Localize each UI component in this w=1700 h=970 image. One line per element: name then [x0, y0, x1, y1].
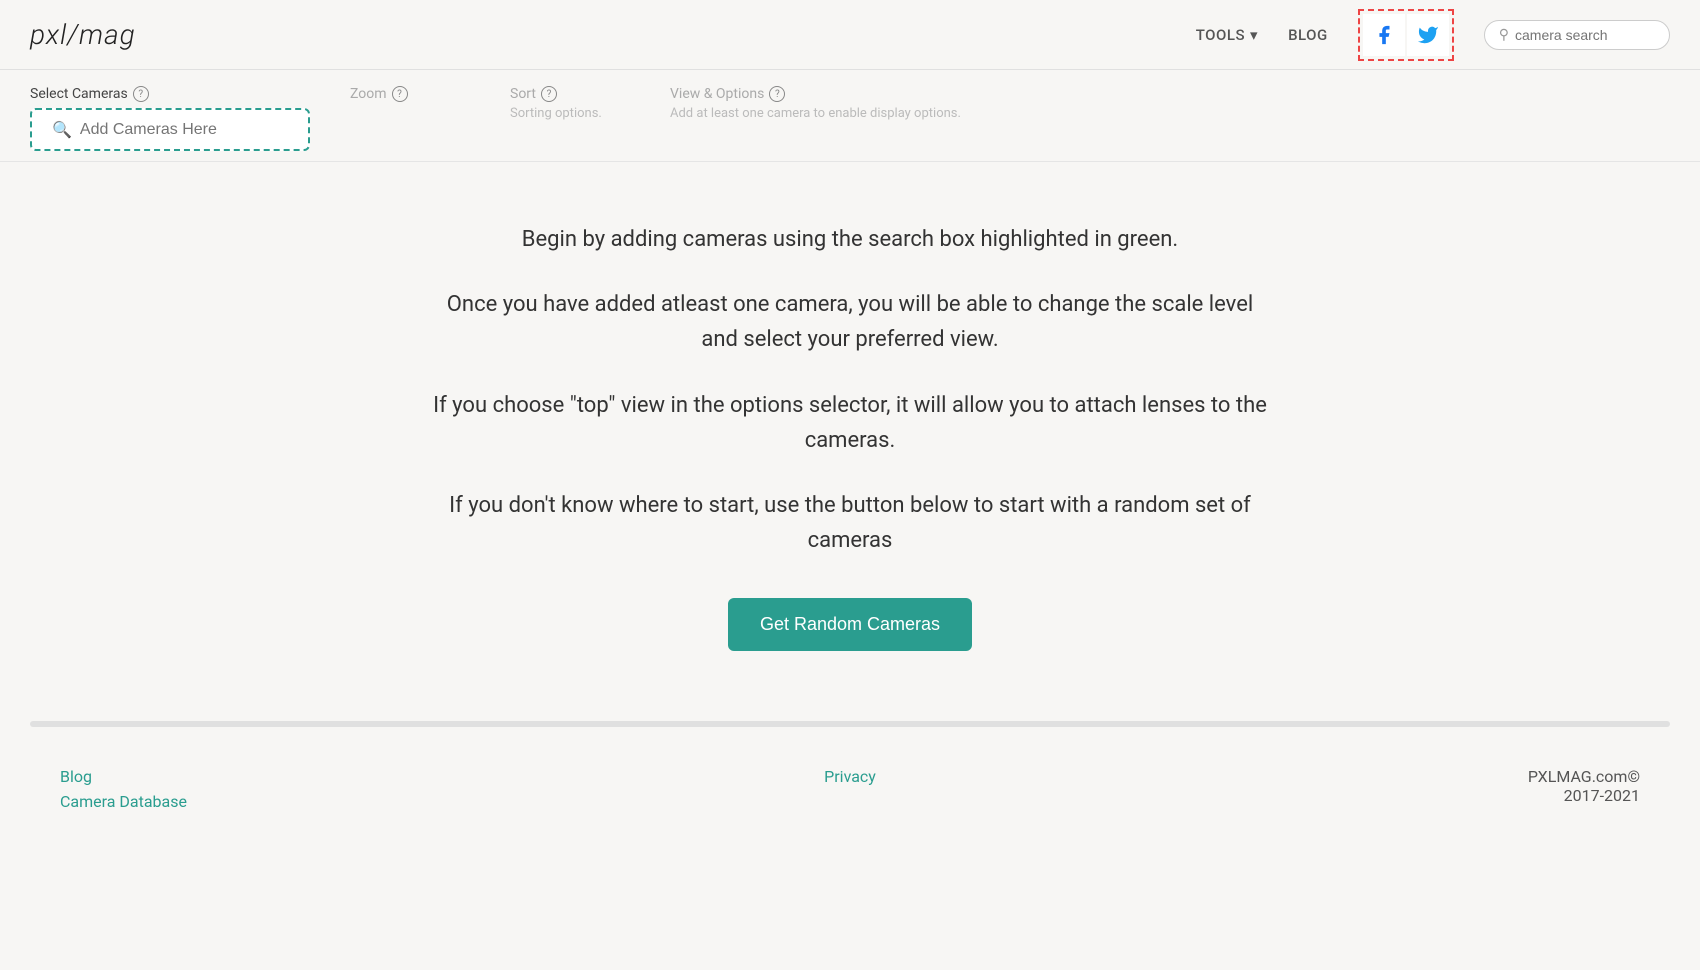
- camera-search-box[interactable]: 🔍: [30, 108, 310, 151]
- instruction-line-2: Once you have added atleast one camera, …: [430, 287, 1270, 357]
- sort-sub: Sorting options.: [510, 106, 630, 121]
- footer-camera-database-link[interactable]: Camera Database: [60, 792, 587, 811]
- zoom-label: Zoom ?: [350, 86, 470, 102]
- footer-blog-link[interactable]: Blog: [60, 767, 587, 786]
- nav-links: TOOLS ▾ BLOG ⚲: [1196, 9, 1670, 61]
- instruction-line-3: If you choose "top" view in the options …: [430, 388, 1270, 458]
- sort-section: Sort ? Sorting options.: [510, 86, 630, 121]
- facebook-icon[interactable]: [1363, 14, 1405, 56]
- view-options-help-icon[interactable]: ?: [769, 86, 785, 102]
- social-icons-container: [1358, 9, 1454, 61]
- footer-center-col: Privacy: [587, 767, 1114, 792]
- footer-left-col: Blog Camera Database: [60, 767, 587, 817]
- instruction-line-1: Begin by adding cameras using the search…: [430, 222, 1270, 257]
- toolbar: Select Cameras ? 🔍 Zoom ? Sort ? Sorting…: [0, 70, 1700, 162]
- footer-copyright: PXLMAG.com© 2017-2021: [1528, 767, 1640, 805]
- footer-right-col: PXLMAG.com© 2017-2021: [1113, 767, 1640, 805]
- copyright-line-2: 2017-2021: [1528, 786, 1640, 805]
- random-cameras-button[interactable]: Get Random Cameras: [728, 598, 972, 651]
- footer-privacy-link[interactable]: Privacy: [824, 767, 876, 786]
- page-divider: [30, 721, 1670, 727]
- select-cameras-section: Select Cameras ? 🔍: [30, 86, 310, 151]
- search-icon: ⚲: [1499, 27, 1509, 43]
- tools-label: TOOLS: [1196, 26, 1245, 44]
- chevron-down-icon: ▾: [1250, 26, 1258, 44]
- header: pxl/mag TOOLS ▾ BLOG ⚲: [0, 0, 1700, 70]
- zoom-section: Zoom ?: [350, 86, 470, 102]
- nav-blog[interactable]: BLOG: [1288, 26, 1328, 44]
- footer: Blog Camera Database Privacy PXLMAG.com©…: [0, 737, 1700, 847]
- copyright-line-1: PXLMAG.com©: [1528, 767, 1640, 786]
- global-search-box[interactable]: ⚲: [1484, 20, 1670, 50]
- view-options-section: View & Options ? Add at least one camera…: [670, 86, 961, 121]
- view-options-label: View & Options ?: [670, 86, 961, 102]
- select-cameras-help-icon[interactable]: ?: [133, 86, 149, 102]
- instruction-line-4: If you don't know where to start, use th…: [430, 488, 1270, 558]
- global-search-input[interactable]: [1515, 27, 1655, 43]
- nav-tools[interactable]: TOOLS ▾: [1196, 26, 1258, 44]
- sort-help-icon[interactable]: ?: [541, 86, 557, 102]
- view-options-sub: Add at least one camera to enable displa…: [670, 106, 961, 121]
- select-cameras-label: Select Cameras ?: [30, 86, 310, 102]
- zoom-help-icon[interactable]: ?: [392, 86, 408, 102]
- main-content: Begin by adding cameras using the search…: [400, 162, 1300, 691]
- camera-search-icon: 🔍: [52, 120, 72, 139]
- twitter-icon[interactable]: [1407, 14, 1449, 56]
- camera-search-input[interactable]: [80, 121, 288, 139]
- logo: pxl/mag: [30, 18, 136, 51]
- sort-label: Sort ?: [510, 86, 630, 102]
